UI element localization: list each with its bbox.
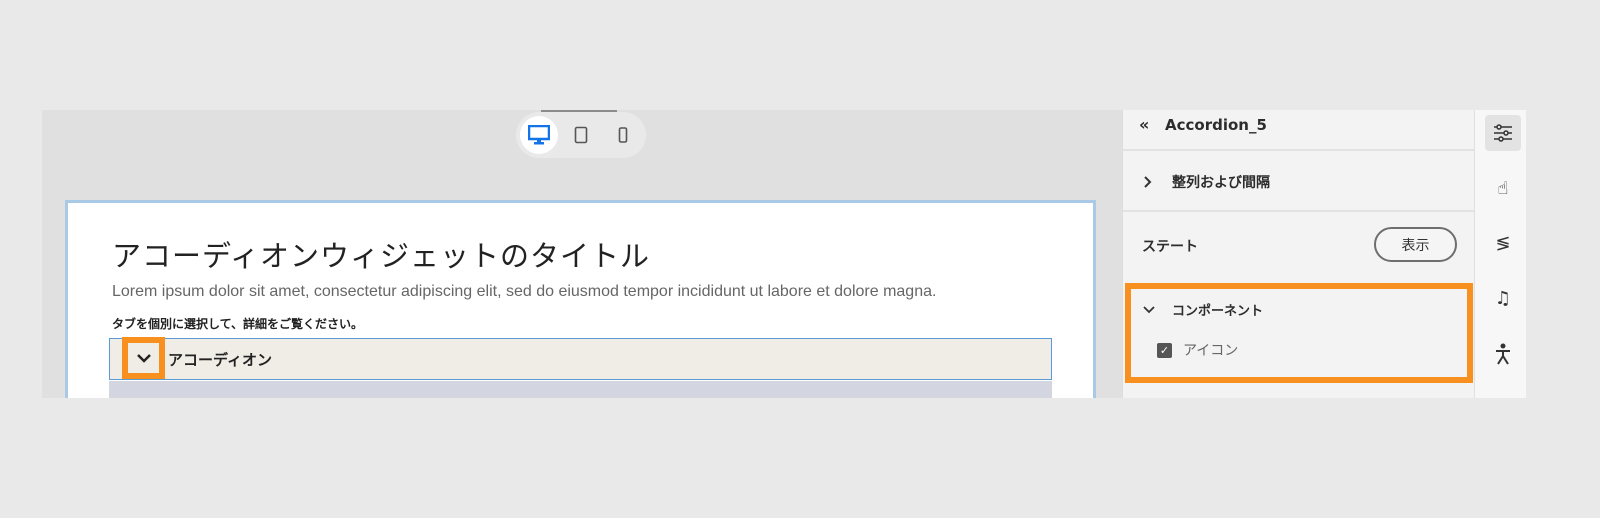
chevron-down-icon[interactable] (1143, 306, 1155, 314)
components-section-label: コンポーネント (1172, 304, 1264, 319)
touch-icon: ☝ (1497, 177, 1509, 199)
music-icon: ♫ (1494, 287, 1512, 309)
widget-description: Lorem ipsum dolor sit amet, consectetur … (112, 283, 937, 300)
accordion-panel (109, 381, 1052, 398)
mobile-icon (618, 127, 628, 143)
properties-tab[interactable] (1485, 115, 1521, 151)
device-switcher (516, 112, 646, 158)
tablet-view-button[interactable] (562, 116, 600, 154)
icon-checkbox-label: アイコン (1183, 343, 1239, 359)
editor-canvas: アコーディオンウィジェットのタイトル Lorem ipsum dolor sit… (42, 110, 1122, 398)
interactions-tab[interactable]: ☝ (1485, 170, 1521, 206)
chevron-down-icon (136, 354, 151, 363)
panel-rail: ☝ ≶ ♫ (1474, 110, 1526, 398)
tablet-icon (574, 126, 588, 144)
state-show-button[interactable]: 表示 (1374, 227, 1457, 262)
widget-title: アコーディオンウィジェットのタイトル (112, 239, 650, 273)
accordion-label: アコーディオン (168, 351, 272, 369)
panel-header: « Accordion_5 (1123, 110, 1475, 151)
accessibility-tab[interactable] (1485, 336, 1521, 372)
mobile-view-button[interactable] (604, 116, 642, 154)
alignment-section[interactable]: 整列および間隔 (1123, 151, 1475, 212)
component-name: Accordion_5 (1165, 116, 1267, 134)
back-icon[interactable]: « (1139, 115, 1149, 134)
audio-tab[interactable]: ♫ (1485, 280, 1521, 316)
components-section-highlight (1125, 283, 1473, 383)
motion-icon: ≶ (1495, 232, 1511, 254)
accordion-header[interactable]: アコーディオン (109, 337, 1052, 380)
animation-tab[interactable]: ≶ (1485, 225, 1521, 261)
accessibility-icon (1496, 343, 1510, 365)
state-label: ステート (1142, 239, 1198, 255)
widget-hint: タブを個別に選択して、詳細をご覧ください。 (112, 317, 364, 331)
properties-panel: « Accordion_5 整列および間隔 ステート 表示 コンポーネント ✓ … (1122, 110, 1475, 398)
sliders-icon (1494, 124, 1512, 142)
accordion-widget[interactable]: アコーディオンウィジェットのタイトル Lorem ipsum dolor sit… (65, 200, 1096, 398)
accordion-toggle-button[interactable] (122, 337, 165, 379)
icon-checkbox[interactable]: ✓ (1157, 343, 1172, 358)
desktop-icon (528, 125, 550, 145)
desktop-view-button[interactable] (520, 116, 558, 154)
chevron-right-icon (1144, 176, 1152, 188)
alignment-section-label: 整列および間隔 (1172, 175, 1270, 191)
